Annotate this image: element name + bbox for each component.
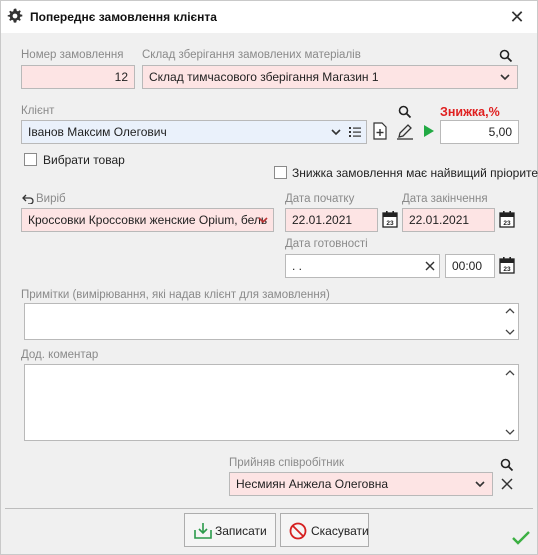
scroll-down-icon[interactable] <box>505 328 515 336</box>
start-date-label: Дата початку <box>285 193 355 205</box>
edit-icon[interactable] <box>396 122 414 140</box>
save-icon <box>194 523 212 539</box>
search-icon[interactable] <box>500 458 514 472</box>
notes-textarea[interactable] <box>24 303 519 340</box>
product-select[interactable]: Кроссовки Кроссовки женские Opium, бель <box>21 208 274 232</box>
end-date-field[interactable]: 22.01.2021 <box>402 208 495 232</box>
employee-label: Прийняв співробітник <box>229 457 345 469</box>
comment-label: Дод. коментар <box>21 349 99 361</box>
play-icon[interactable] <box>423 124 435 138</box>
ready-date-value: . . <box>292 259 303 273</box>
calendar-icon[interactable]: 23 <box>499 210 515 228</box>
warehouse-label: Склад зберігання замовлених матеріалів <box>142 49 361 61</box>
close-icon[interactable]: ✕ <box>507 7 527 27</box>
cancel-icon <box>289 522 307 540</box>
list-icon[interactable] <box>348 125 362 139</box>
gear-icon <box>7 8 23 23</box>
window-title: Попереднє замовлення клієнта <box>30 10 217 24</box>
search-icon[interactable] <box>398 105 412 119</box>
scroll-up-icon[interactable] <box>505 307 515 315</box>
client-select[interactable]: Іванов Максим Олегович <box>21 120 367 144</box>
checkmark-icon <box>512 531 530 545</box>
discount-field[interactable]: 5,00 <box>440 120 519 144</box>
order-dialog: Попереднє замовлення клієнта ✕ Номер зам… <box>0 0 538 555</box>
order-number-label: Номер замовлення <box>21 49 124 61</box>
scroll-down-icon[interactable] <box>505 428 515 436</box>
search-icon[interactable] <box>499 49 513 63</box>
save-button[interactable]: Записати <box>184 513 276 547</box>
ready-date-field[interactable]: . . <box>285 254 440 278</box>
calendar-icon[interactable]: 23 <box>499 256 515 274</box>
client-label: Клієнт <box>21 105 55 117</box>
cancel-button-label: Скасувати <box>311 524 369 538</box>
priority-label: Знижка замовлення має найвищий пріоритет <box>292 166 538 180</box>
chevron-down-icon[interactable] <box>472 473 488 495</box>
undo-arrow-icon[interactable] <box>22 194 34 204</box>
employee-select[interactable]: Несмиян Анжела Олеговна <box>229 472 493 496</box>
order-number-field[interactable]: 12 <box>21 65 135 89</box>
product-value: Кроссовки Кроссовки женские Opium, бель <box>28 213 268 227</box>
employee-value: Несмиян Анжела Олеговна <box>236 477 389 491</box>
client-value: Іванов Максим Олегович <box>28 125 167 139</box>
scroll-up-icon[interactable] <box>505 369 515 377</box>
ready-date-label: Дата готовності <box>285 238 368 250</box>
warehouse-value: Склад тимчасового зберігання Магазин 1 <box>149 70 379 84</box>
comment-textarea[interactable] <box>24 364 519 441</box>
product-label: Виріб <box>36 193 66 205</box>
notes-label: Примітки (вимірювання, які надав клієнт … <box>21 289 330 301</box>
calendar-day: 23 <box>503 220 511 227</box>
discount-label: Знижка,% <box>440 105 500 119</box>
warehouse-select[interactable]: Склад тимчасового зберігання Магазин 1 <box>142 65 518 89</box>
chevron-down-icon[interactable] <box>328 121 344 143</box>
priority-checkbox[interactable] <box>274 166 287 179</box>
chevron-down-icon[interactable] <box>255 209 271 231</box>
chevron-down-icon[interactable] <box>497 66 513 88</box>
start-date-field[interactable]: 22.01.2021 <box>285 208 378 232</box>
clear-icon[interactable] <box>500 477 514 491</box>
ready-time-field[interactable]: 00:00 <box>445 254 495 278</box>
calendar-day: 23 <box>503 266 511 273</box>
footer-separator <box>5 508 533 509</box>
save-button-label: Записати <box>215 524 267 538</box>
calendar-day: 23 <box>386 220 394 227</box>
clear-icon[interactable] <box>424 260 436 272</box>
add-document-icon[interactable] <box>373 122 387 140</box>
end-date-label: Дата закінчення <box>402 193 488 205</box>
cancel-button[interactable]: Скасувати <box>280 513 369 547</box>
select-product-label: Вибрати товар <box>43 153 125 167</box>
calendar-icon[interactable]: 23 <box>382 210 398 228</box>
title-bar: Попереднє замовлення клієнта ✕ <box>1 1 537 33</box>
select-product-checkbox[interactable] <box>24 153 37 166</box>
